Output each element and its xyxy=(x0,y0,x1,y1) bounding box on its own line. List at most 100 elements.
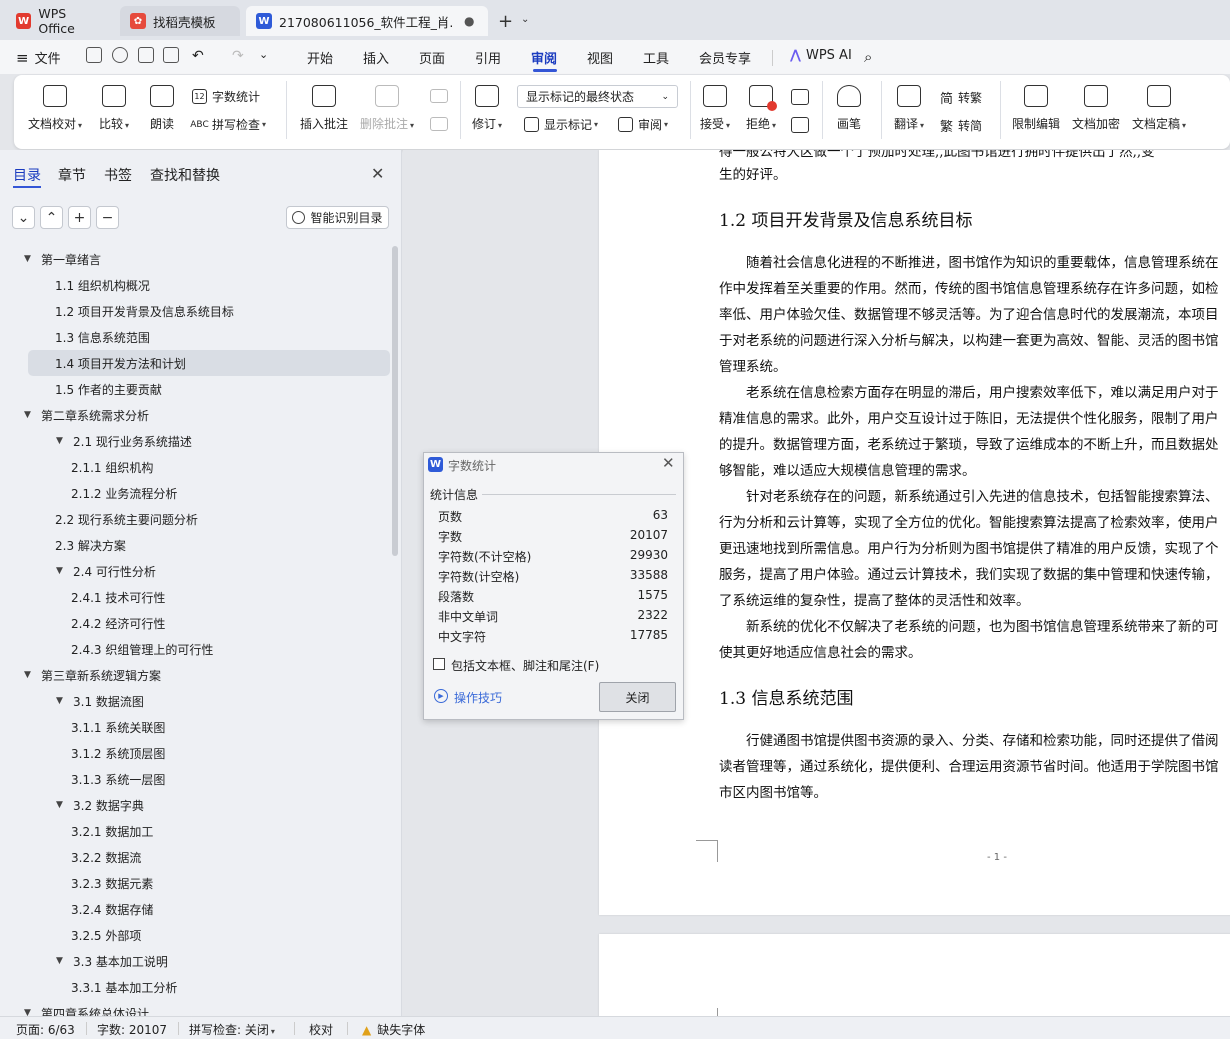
expand-arrow-icon[interactable]: ▼ xyxy=(56,696,68,706)
to-simplified-button[interactable]: 繁 转简 xyxy=(940,116,982,135)
new-tab-plus-icon[interactable]: + xyxy=(498,11,513,32)
toc-item[interactable]: 1.1 组织机构概况 xyxy=(0,272,400,298)
menu-insert[interactable]: 插入 xyxy=(363,48,389,67)
print-icon[interactable] xyxy=(138,47,154,63)
toc-item[interactable]: ▼ 3.2 数据字典 xyxy=(0,792,400,818)
menu-member[interactable]: 会员专享 xyxy=(699,48,751,67)
doc-check-button[interactable]: 文档校对 ▾ xyxy=(28,85,82,132)
expand-arrow-icon[interactable]: ▼ xyxy=(56,566,68,576)
print-preview-icon[interactable] xyxy=(163,47,179,63)
expand-down-icon[interactable]: ⌄ xyxy=(12,206,35,229)
file-menu[interactable]: ≡ 文件 xyxy=(16,48,61,68)
toc-item[interactable]: 3.1.2 系统顶层图 xyxy=(0,740,400,766)
tab-toc[interactable]: 目录 xyxy=(13,165,41,185)
remove-heading-icon[interactable]: − xyxy=(96,206,119,229)
tips-link[interactable]: 操作技巧 xyxy=(454,689,502,706)
close-button[interactable]: 关闭 xyxy=(599,682,676,712)
previous-change-icon[interactable] xyxy=(791,89,809,105)
restrict-edit-button[interactable]: 限制编辑 xyxy=(1012,85,1060,132)
missing-font-status[interactable]: ▲ 缺失字体 xyxy=(362,1021,425,1038)
toc-item[interactable]: ▼ 3.3 基本加工说明 xyxy=(0,948,400,974)
toc-item[interactable]: 3.3.1 基本加工分析 xyxy=(0,974,400,1000)
spell-check-status[interactable]: 拼写检查: 关闭 ▾ xyxy=(189,1021,275,1038)
undo-icon[interactable]: ↶ xyxy=(192,48,204,64)
show-markup-button[interactable]: 显示标记 ▾ xyxy=(524,116,598,133)
toc-item[interactable]: 3.1.3 系统一层图 xyxy=(0,766,400,792)
expand-arrow-icon[interactable]: ▼ xyxy=(56,800,68,810)
toc-item[interactable]: 2.4.3 织组管理上的可行性 xyxy=(0,636,400,662)
document-page-next[interactable] xyxy=(599,934,1230,1016)
to-traditional-button[interactable]: 简 转繁 xyxy=(940,88,982,107)
toc-item[interactable]: 2.4.2 经济可行性 xyxy=(0,610,400,636)
markup-state-dropdown[interactable]: 显示标记的最终状态 ⌄ xyxy=(517,85,678,108)
close-tab-icon[interactable]: ● xyxy=(464,14,474,28)
toc-item[interactable]: 1.2 项目开发背景及信息系统目标 xyxy=(0,298,400,324)
toc-item[interactable]: 2.1.1 组织机构 xyxy=(0,454,400,480)
toc-item[interactable]: 1.3 信息系统范围 xyxy=(0,324,400,350)
save-icon[interactable] xyxy=(86,47,102,63)
tab-wps-office[interactable]: W WPS Office xyxy=(6,6,114,36)
wps-ai-button[interactable]: ⋀ WPS AI xyxy=(790,48,852,63)
collapse-up-icon[interactable]: ⌃ xyxy=(40,206,63,229)
expand-arrow-icon[interactable]: ▼ xyxy=(24,410,36,420)
tab-daoke-templates[interactable]: ✿ 找稻壳模板 xyxy=(120,6,240,36)
pen-button[interactable]: 画笔 xyxy=(837,85,861,132)
tab-list-chevron-icon[interactable]: ⌄ xyxy=(521,14,529,25)
next-comment-icon[interactable] xyxy=(430,117,448,131)
toc-item[interactable]: 2.4.1 技术可行性 xyxy=(0,584,400,610)
menu-review[interactable]: 审阅 xyxy=(531,48,557,67)
toc-item[interactable]: 2.2 现行系统主要问题分析 xyxy=(0,506,400,532)
word-count-status[interactable]: 字数: 20107 xyxy=(97,1021,167,1038)
toc-item[interactable]: 3.2.1 数据加工 xyxy=(0,818,400,844)
next-change-icon[interactable] xyxy=(791,117,809,133)
insert-comment-button[interactable]: 插入批注 xyxy=(300,85,348,132)
toc-item[interactable]: ▼ 第一章绪言 xyxy=(0,246,400,272)
word-count-button[interactable]: 12 字数统计 xyxy=(192,88,260,105)
smart-toc-button[interactable]: 智能识别目录 xyxy=(286,206,389,229)
dialog-close-icon[interactable]: ✕ xyxy=(662,454,675,472)
review-pane-button[interactable]: 审阅 ▾ xyxy=(618,116,668,133)
menu-reference[interactable]: 引用 xyxy=(475,48,501,67)
expand-arrow-icon[interactable]: ▼ xyxy=(24,254,36,264)
search-icon[interactable]: ⌕ xyxy=(864,48,872,66)
expand-arrow-icon[interactable]: ▼ xyxy=(24,670,36,680)
reject-button[interactable]: 拒绝 ▾ xyxy=(746,85,778,132)
translate-button[interactable]: 翻译 ▾ xyxy=(894,85,924,132)
toc-item[interactable]: 2.3 解决方案 xyxy=(0,532,400,558)
encrypt-button[interactable]: 文档加密 xyxy=(1072,85,1120,132)
compare-button[interactable]: 比较 ▾ xyxy=(99,85,129,132)
menu-page[interactable]: 页面 xyxy=(419,48,445,67)
toc-item[interactable]: 1.5 作者的主要贡献 xyxy=(0,376,400,402)
toc-scrollbar[interactable] xyxy=(392,246,398,556)
read-aloud-button[interactable]: 朗读 xyxy=(150,85,174,132)
finalize-button[interactable]: 文档定稿 ▾ xyxy=(1132,85,1186,132)
menu-view[interactable]: 视图 xyxy=(587,48,613,67)
spell-check-button[interactable]: ABC 拼写检查 ▾ xyxy=(190,116,266,133)
toc-item[interactable]: 3.2.3 数据元素 xyxy=(0,870,400,896)
revise-button[interactable]: 修订 ▾ xyxy=(472,85,502,132)
expand-arrow-icon[interactable]: ▼ xyxy=(56,436,68,446)
tab-bookmarks[interactable]: 书签 xyxy=(104,165,132,185)
toc-item[interactable]: ▼ 第三章新系统逻辑方案 xyxy=(0,662,400,688)
toc-item[interactable]: 1.4 项目开发方法和计划 xyxy=(28,350,390,376)
toc-item[interactable]: ▼ 第二章系统需求分析 xyxy=(0,402,400,428)
quick-access-chevron-icon[interactable]: ⌄ xyxy=(259,48,268,61)
close-pane-icon[interactable]: ✕ xyxy=(371,164,384,183)
tab-chapters[interactable]: 章节 xyxy=(58,165,86,185)
page-indicator[interactable]: 页面: 6/63 xyxy=(16,1021,75,1038)
proofread-status[interactable]: 校对 xyxy=(309,1021,333,1038)
tab-find-replace[interactable]: 查找和替换 xyxy=(150,165,220,185)
toc-item[interactable]: ▼ 2.4 可行性分析 xyxy=(0,558,400,584)
previous-comment-icon[interactable] xyxy=(430,89,448,103)
toc-item[interactable]: 3.2.4 数据存储 xyxy=(0,896,400,922)
toc-item[interactable]: 3.2.2 数据流 xyxy=(0,844,400,870)
tab-document[interactable]: W 217080611056_软件工程_肖... ● xyxy=(246,6,488,36)
toc-item[interactable]: 3.2.5 外部项 xyxy=(0,922,400,948)
toc-item[interactable]: ▼ 3.1 数据流图 xyxy=(0,688,400,714)
delete-comment-button[interactable]: 删除批注 ▾ xyxy=(360,85,414,132)
toc-item[interactable]: 2.1.2 业务流程分析 xyxy=(0,480,400,506)
expand-arrow-icon[interactable]: ▼ xyxy=(56,956,68,966)
add-heading-icon[interactable]: + xyxy=(68,206,91,229)
toc-item[interactable]: 3.1.1 系统关联图 xyxy=(0,714,400,740)
redo-icon[interactable]: ↷ xyxy=(232,48,244,64)
